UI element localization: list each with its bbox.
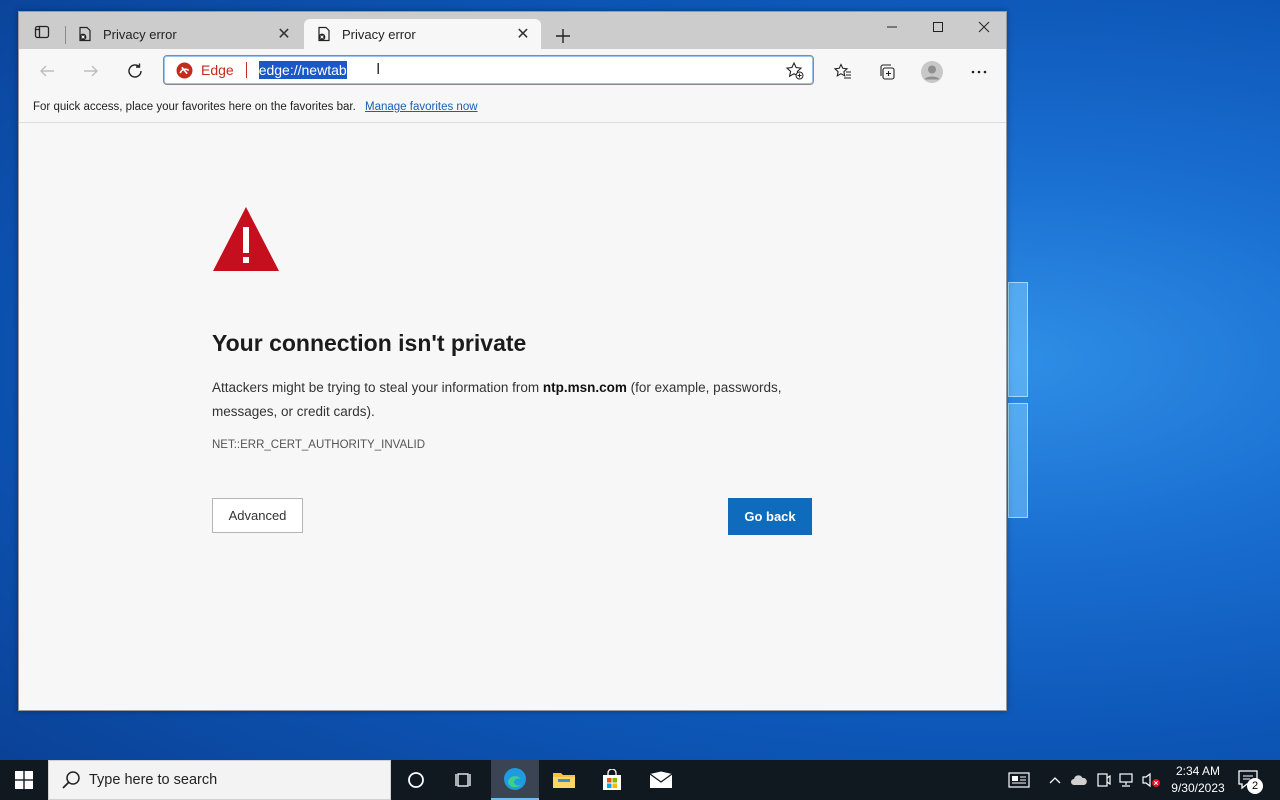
cortana-button[interactable] [392,760,440,800]
blocked-host: ntp.msn.com [542,380,627,395]
cloud-icon [1071,775,1087,785]
volume-button[interactable] [1141,770,1161,790]
tab-close-icon[interactable]: ✕ [513,24,533,44]
start-button[interactable] [0,760,48,800]
arrow-right-icon [84,65,98,77]
edge-warning-icon [176,62,193,78]
text-cursor-icon: I [376,61,381,78]
collections-button[interactable] [874,59,900,85]
settings-more-button[interactable] [966,59,992,85]
page-title: Your connection isn't private [212,330,527,356]
clock-time: 2:34 AM [1175,764,1221,778]
tab-privacy-error-2[interactable]: Privacy error ✕ [304,19,541,49]
search-icon [62,771,80,789]
store-button[interactable] [588,760,636,800]
warning-triangle-icon [213,207,279,271]
favorites-button[interactable] [830,59,856,85]
back-button[interactable] [32,57,62,85]
network-icon [1119,773,1133,787]
add-favorite-icon[interactable] [785,61,805,81]
onedrive-button[interactable] [1069,770,1089,790]
collections-icon [880,64,895,80]
url-text[interactable]: edge://newtab [258,61,347,79]
task-view-icon [455,773,471,787]
taskbar: Type here to search 2:34 AM 9/30/2023 2 [0,760,1280,800]
tab-actions-icon [34,25,50,39]
system-clock[interactable]: 2:34 AM 9/30/2023 [1160,763,1236,797]
windows-logo-graphic [1008,282,1028,520]
refresh-button[interactable] [120,57,150,85]
windows-start-icon [15,771,33,789]
favorites-icon [834,63,851,79]
profile-button[interactable] [919,59,945,85]
chevron-up-icon [1049,777,1061,784]
tab-privacy-error-1[interactable]: Privacy error ✕ [65,19,302,49]
error-code[interactable]: NET::ERR_CERT_AUTHORITY_INVALID [212,439,425,451]
manage-favorites-link[interactable]: Manage favorites now [365,101,478,113]
tab-title: Privacy error [103,26,177,42]
device-icon [1097,773,1111,787]
search-placeholder: Type here to search [89,772,218,788]
ellipsis-icon [971,70,987,74]
network-button[interactable] [1117,770,1137,790]
tab-strip: Privacy error ✕ Privacy error ✕ [19,12,1006,49]
error-description: Attackers might be trying to steal your … [212,376,822,424]
close-window-button[interactable] [961,12,1007,42]
clock-date: 9/30/2023 [1171,781,1225,795]
taskbar-search-box[interactable]: Type here to search [48,760,391,800]
maximize-icon [933,22,943,32]
description-prefix: Attackers might be trying to steal your … [212,380,543,395]
page-warning-icon [79,26,91,42]
avatar-icon [921,61,943,83]
error-page: Your connection isn't private Attackers … [19,123,1006,710]
address-separator [245,62,247,78]
favorites-bar-text: For quick access, place your favorites h… [33,101,356,113]
advanced-button[interactable]: Advanced [212,498,303,533]
news-icon [1008,772,1030,788]
tab-actions-button[interactable] [29,20,55,44]
notification-count-badge: 2 [1247,778,1263,794]
forward-button[interactable] [76,57,106,85]
edge-logo-icon [504,768,526,790]
refresh-icon [128,63,142,78]
minimize-button[interactable] [869,12,915,42]
store-bag-icon [603,769,621,790]
favorites-bar-message: For quick access, place your favorites h… [33,101,478,113]
show-hidden-icons-button[interactable] [1045,770,1065,790]
file-explorer-button[interactable] [540,760,588,800]
folder-icon [553,773,575,788]
arrow-left-icon [40,65,54,77]
new-tab-button[interactable] [551,24,575,48]
minimize-icon [887,26,897,28]
tab-close-icon[interactable]: ✕ [274,24,294,44]
edge-taskbar-button[interactable] [491,760,539,800]
cortana-circle-icon [408,772,424,788]
address-bar[interactable]: Edge edge://newtab I [163,55,814,85]
navigation-toolbar: Edge edge://newtab I [19,49,1006,93]
go-back-button[interactable]: Go back [728,498,812,535]
favorites-bar: For quick access, place your favorites h… [19,93,1006,123]
browser-window: Privacy error ✕ Privacy error ✕ Edge edg… [18,11,1007,711]
site-identity-label[interactable]: Edge [201,62,234,78]
mail-icon [649,771,673,788]
speaker-muted-icon [1142,772,1160,788]
page-warning-icon [318,26,330,42]
close-icon [978,21,990,33]
task-view-button[interactable] [440,760,488,800]
maximize-button[interactable] [915,12,961,42]
mail-button[interactable] [637,760,685,800]
meet-now-button[interactable] [1093,770,1113,790]
news-widget-button[interactable] [1007,770,1031,790]
plus-icon [556,29,570,43]
tab-title: Privacy error [342,26,416,42]
